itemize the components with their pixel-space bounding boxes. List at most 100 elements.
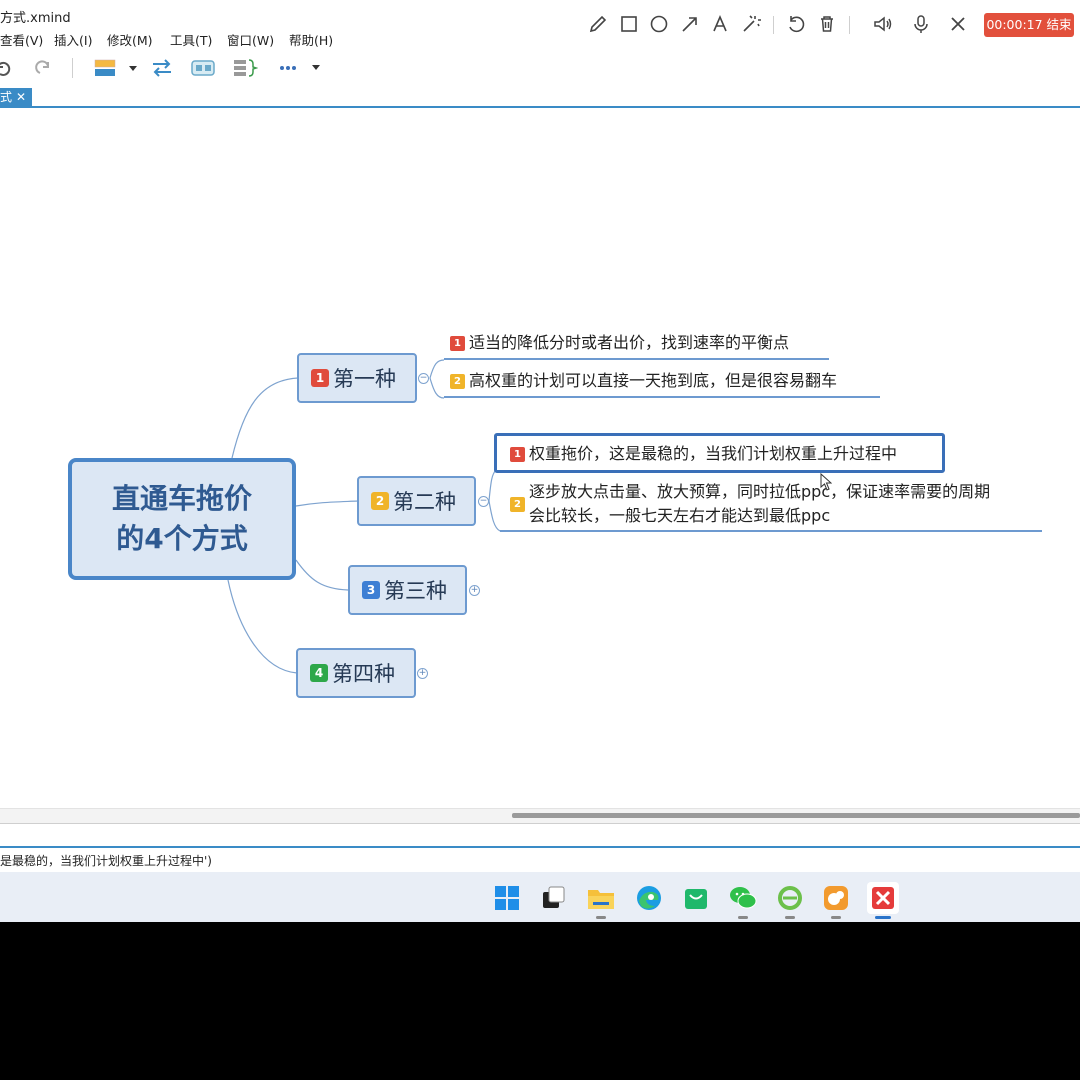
menu-tools[interactable]: 工具(T) <box>170 30 212 49</box>
connector-topic-1 <box>231 377 299 459</box>
subtopic-text-line2: 会比较长，一般七天左右才能达到最低ppc <box>529 506 831 525</box>
tab-document[interactable]: 式 ✕ <box>0 88 33 106</box>
connector-topic-4 <box>227 579 298 674</box>
close-icon[interactable] <box>946 12 970 36</box>
magic-wand-icon[interactable] <box>739 12 763 36</box>
speaker-icon[interactable] <box>871 12 895 36</box>
store-icon[interactable] <box>680 882 712 914</box>
priority-badge: 2 <box>450 374 465 389</box>
menu-insert[interactable]: 插入(I) <box>54 30 92 49</box>
priority-badge: 4 <box>310 664 328 682</box>
priority-badge: 1 <box>510 447 525 462</box>
topic-3[interactable]: 3 第三种 <box>348 565 467 615</box>
subtopic-text: 高权重的计划可以直接一天拖到底，但是很容易翻车 <box>469 371 838 390</box>
ie-browser-icon[interactable] <box>774 882 806 919</box>
running-indicator <box>875 916 891 919</box>
circle-icon[interactable] <box>647 12 671 36</box>
topic-4[interactable]: 4 第四种 <box>296 648 416 698</box>
topic-2[interactable]: 2 第二种 <box>357 476 476 526</box>
running-indicator <box>596 916 606 919</box>
topic-1[interactable]: 1 第一种 <box>297 353 417 403</box>
central-topic-line1: 直通车拖价 <box>111 482 252 515</box>
subtopic-2-2[interactable]: 2 逐步放大点击量、放大预算，同时拉低ppc，保证速率需要的周期 会比较长，一般… <box>510 480 990 528</box>
subtopic-2-1[interactable]: 1 权重拖价，这是最稳的，当我们计划权重上升过程中 <box>510 442 897 466</box>
menu-modify[interactable]: 修改(M) <box>107 30 153 49</box>
running-indicator <box>831 916 841 919</box>
central-topic-line2: 的4个方式 <box>116 522 248 555</box>
screen: 方式.xmind 查看(V) 插入(I) 修改(M) 工具(T) 窗口(W) 帮… <box>0 0 1080 922</box>
subtopic-underline <box>500 530 1042 532</box>
expand-icon[interactable]: + <box>417 668 428 679</box>
priority-badge: 3 <box>362 581 380 599</box>
tab-close-icon[interactable]: ✕ <box>16 90 26 104</box>
summary-icon[interactable] <box>232 56 258 80</box>
main-toolbar <box>0 48 1080 88</box>
insert-topic-icon[interactable] <box>92 56 140 80</box>
horizontal-scrollbar[interactable] <box>0 808 1080 824</box>
connector-sub-1-1 <box>429 359 445 379</box>
subtopic-1-1[interactable]: 1 适当的降低分时或者出价，找到速率的平衡点 <box>450 331 789 355</box>
toolbar-separator <box>72 58 73 78</box>
tab-bar: 式 ✕ <box>0 88 1080 108</box>
menu-help[interactable]: 帮助(H) <box>289 30 333 49</box>
subtopic-text-line1: 逐步放大点击量、放大预算，同时拉低ppc，保证速率需要的周期 <box>529 482 991 501</box>
expand-icon[interactable]: + <box>469 585 480 596</box>
topic-label: 第二种 <box>393 490 456 514</box>
mindmap-canvas[interactable]: 直通车拖价 的4个方式 1 第一种 − 1 适当的降低分时或者出价，找到速率的平… <box>0 108 1080 808</box>
collapse-icon[interactable]: − <box>418 373 429 384</box>
mouse-cursor-icon <box>820 473 832 491</box>
recording-toolbar: 00:00:17 结束 <box>578 2 1080 46</box>
undo-icon[interactable] <box>784 12 808 36</box>
topic-label: 第一种 <box>333 367 396 391</box>
subtopic-1-2[interactable]: 2 高权重的计划可以直接一天拖到底，但是很容易翻车 <box>450 369 837 393</box>
connector-sub-2-2 <box>488 500 501 532</box>
tab-label: 式 <box>0 90 13 104</box>
subtopic-text: 适当的降低分时或者出价，找到速率的平衡点 <box>469 333 790 352</box>
microphone-icon[interactable] <box>909 12 933 36</box>
relationship-icon[interactable] <box>150 56 174 80</box>
text-icon[interactable] <box>708 12 732 36</box>
status-text: 是最稳的，当我们计划权重上升过程中') <box>0 854 212 868</box>
undo-icon[interactable] <box>0 56 14 80</box>
taskbar <box>0 872 1080 922</box>
arrow-icon[interactable] <box>678 12 702 36</box>
menu-window[interactable]: 窗口(W) <box>227 30 274 49</box>
more-icon[interactable] <box>278 56 324 80</box>
toolbar-separator <box>773 16 774 34</box>
redo-icon[interactable] <box>32 56 52 80</box>
windows-start-icon[interactable] <box>491 882 523 914</box>
connector-topic-2 <box>295 500 359 507</box>
boundary-icon[interactable] <box>190 56 216 80</box>
timer-end-button[interactable]: 00:00:17 结束 <box>984 13 1074 37</box>
connector-sub-2-1 <box>488 469 497 502</box>
topic-label: 第三种 <box>384 579 447 603</box>
status-bar: 是最稳的，当我们计划权重上升过程中') <box>0 848 1080 872</box>
window-title: 方式.xmind <box>0 11 71 26</box>
connector-topic-3 <box>295 559 349 591</box>
uc-browser-icon[interactable] <box>820 882 852 919</box>
pencil-icon[interactable] <box>586 12 610 36</box>
task-view-icon[interactable] <box>537 882 569 914</box>
running-indicator <box>738 916 748 919</box>
subtopic-text: 权重拖价，这是最稳的，当我们计划权重上升过程中 <box>529 444 898 463</box>
scrollbar-thumb[interactable] <box>512 813 1080 818</box>
subtopic-underline <box>444 358 829 360</box>
wechat-icon[interactable] <box>727 882 759 919</box>
menu-view[interactable]: 查看(V) <box>0 30 43 49</box>
priority-badge: 2 <box>510 497 525 512</box>
xmind-icon[interactable] <box>867 882 899 919</box>
trash-icon[interactable] <box>815 12 839 36</box>
priority-badge: 2 <box>371 492 389 510</box>
connector-sub-1-2 <box>429 377 445 399</box>
edge-browser-icon[interactable] <box>633 882 665 914</box>
topic-label: 第四种 <box>332 662 395 686</box>
running-indicator <box>785 916 795 919</box>
priority-badge: 1 <box>450 336 465 351</box>
rectangle-icon[interactable] <box>617 12 641 36</box>
file-explorer-icon[interactable] <box>585 882 617 919</box>
central-topic[interactable]: 直通车拖价 的4个方式 <box>68 458 296 580</box>
bottom-panel <box>0 824 1080 848</box>
subtopic-underline <box>444 396 880 398</box>
priority-badge: 1 <box>311 369 329 387</box>
collapse-icon[interactable]: − <box>478 496 489 507</box>
